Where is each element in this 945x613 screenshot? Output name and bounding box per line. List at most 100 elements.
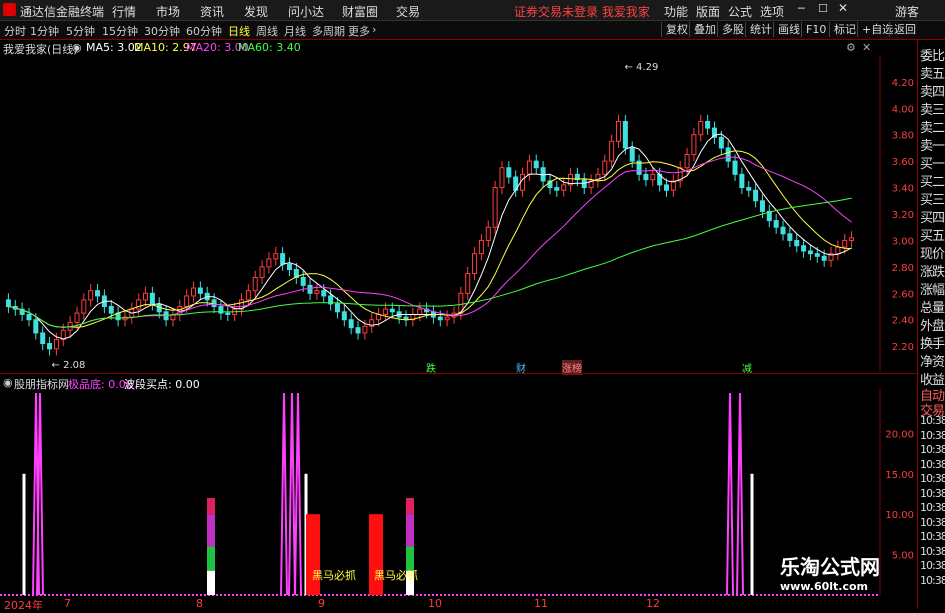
candle-body[interactable] <box>609 140 615 162</box>
menu-item-trade[interactable]: 交易 <box>396 3 420 20</box>
menu-item-news[interactable]: 资讯 <box>200 3 224 20</box>
overlay-button[interactable]: 叠加 <box>689 22 720 37</box>
candle-body[interactable] <box>225 312 231 315</box>
candle-body[interactable] <box>321 290 327 297</box>
candle-body[interactable] <box>643 173 649 181</box>
candle-body[interactable] <box>273 253 279 260</box>
period-daily[interactable]: 日线 <box>228 23 250 39</box>
candle-body[interactable] <box>252 276 258 292</box>
candle-body[interactable] <box>821 255 827 261</box>
chevron-right-icon[interactable]: › <box>372 23 376 36</box>
candle-body[interactable] <box>53 339 59 350</box>
candle-body[interactable] <box>143 292 149 301</box>
candle-body[interactable] <box>382 308 388 315</box>
back-button[interactable]: 返回 <box>889 22 920 37</box>
candle-body[interactable] <box>280 253 286 265</box>
statistics-button[interactable]: 统计 <box>745 22 776 37</box>
period-15min[interactable]: 15分钟 <box>102 23 138 39</box>
candle-body[interactable] <box>184 295 190 308</box>
candle-body[interactable] <box>334 303 340 313</box>
candle-body[interactable] <box>95 290 101 297</box>
candle-body[interactable] <box>759 200 765 212</box>
candle-body[interactable] <box>341 311 347 321</box>
menu-item-wealth[interactable]: 财富圈 <box>342 3 378 20</box>
candle-body[interactable] <box>718 136 724 149</box>
close-panel-icon[interactable]: ✕ <box>862 41 871 54</box>
candle-body[interactable] <box>191 287 197 297</box>
period-60min[interactable]: 60分钟 <box>186 23 222 39</box>
candle-body[interactable] <box>33 319 39 334</box>
menu-item-formula[interactable]: 公式 <box>728 3 752 20</box>
candle-body[interactable] <box>561 184 567 191</box>
menu-item-discover[interactable]: 发现 <box>244 3 268 20</box>
candle-body[interactable] <box>211 299 217 308</box>
candle-body[interactable] <box>26 313 32 321</box>
draw-line-button[interactable]: 画线 <box>773 22 804 37</box>
maximize-icon[interactable]: ☐ <box>818 2 828 15</box>
candle-body[interactable] <box>616 120 622 142</box>
candle-body[interactable] <box>40 332 46 345</box>
candle-body[interactable] <box>533 160 539 169</box>
login-status[interactable]: 证券交易未登录 我爱我家 <box>514 3 650 20</box>
candle-body[interactable] <box>787 233 793 241</box>
candle-body[interactable] <box>849 237 855 241</box>
candle-body[interactable] <box>753 189 759 202</box>
candle-body[interactable] <box>88 290 94 301</box>
candle-body[interactable] <box>506 167 512 178</box>
candle-body[interactable] <box>684 154 690 169</box>
candle-body[interactable] <box>499 167 505 189</box>
settings-circle-icon[interactable]: ◉ <box>72 41 82 54</box>
candle-body[interactable] <box>81 299 87 314</box>
candle-body[interactable] <box>136 299 142 310</box>
period-multi[interactable]: 多周期 <box>312 23 345 39</box>
candle-body[interactable] <box>417 308 423 315</box>
candle-body[interactable] <box>362 325 368 334</box>
close-icon[interactable]: ✕ <box>838 1 848 15</box>
candle-body[interactable] <box>307 284 313 294</box>
candle-body[interactable] <box>842 239 848 248</box>
multi-stock-button[interactable]: 多股 <box>717 22 748 37</box>
candle-body[interactable] <box>835 246 841 255</box>
candle-body[interactable] <box>465 272 471 294</box>
candlestick-chart[interactable]: 4.20 4.00 3.80 3.60 3.40 3.20 3.00 2.80 2.60 2.40… <box>0 56 917 372</box>
menu-item-market[interactable]: 市场 <box>156 3 180 20</box>
indicator-settings-icon[interactable]: ◉ <box>3 376 13 389</box>
candle-body[interactable] <box>300 276 306 286</box>
candle-body[interactable] <box>47 343 53 350</box>
candle-body[interactable] <box>485 226 491 241</box>
period-30min[interactable]: 30分钟 <box>144 23 180 39</box>
candle-body[interactable] <box>149 292 155 305</box>
candle-body[interactable] <box>732 160 738 175</box>
candle-body[interactable] <box>245 290 251 301</box>
candle-body[interactable] <box>746 187 752 191</box>
candle-body[interactable] <box>478 239 484 255</box>
candle-body[interactable] <box>622 120 628 149</box>
candle-body[interactable] <box>554 187 560 191</box>
candle-body[interactable] <box>698 120 704 136</box>
period-monthly[interactable]: 月线 <box>284 23 306 39</box>
candle-body[interactable] <box>108 306 114 314</box>
candle-body[interactable] <box>472 253 478 274</box>
candle-body[interactable] <box>492 187 498 228</box>
candle-body[interactable] <box>314 290 320 294</box>
candle-body[interactable] <box>705 120 711 129</box>
period-more[interactable]: 更多 <box>348 23 370 39</box>
candle-body[interactable] <box>663 184 669 191</box>
restore-rights-button[interactable]: 复权 <box>661 22 692 37</box>
candle-body[interactable] <box>259 266 265 278</box>
candle-body[interactable] <box>444 316 450 321</box>
settings-icon[interactable]: ⚙ <box>846 41 856 54</box>
candle-body[interactable] <box>794 239 800 247</box>
candle-body[interactable] <box>266 258 272 268</box>
candle-body[interactable] <box>602 160 608 175</box>
menu-item-quotes[interactable]: 行情 <box>112 3 136 20</box>
candle-body[interactable] <box>437 316 443 321</box>
candle-body[interactable] <box>780 226 786 235</box>
candle-body[interactable] <box>773 220 779 228</box>
user-guest[interactable]: 游客 <box>895 3 919 20</box>
minimize-icon[interactable]: ─ <box>798 2 805 15</box>
period-1min[interactable]: 1分钟 <box>30 23 59 39</box>
candle-body[interactable] <box>526 160 532 175</box>
candle-body[interactable] <box>725 147 731 162</box>
candle-body[interactable] <box>286 263 292 271</box>
